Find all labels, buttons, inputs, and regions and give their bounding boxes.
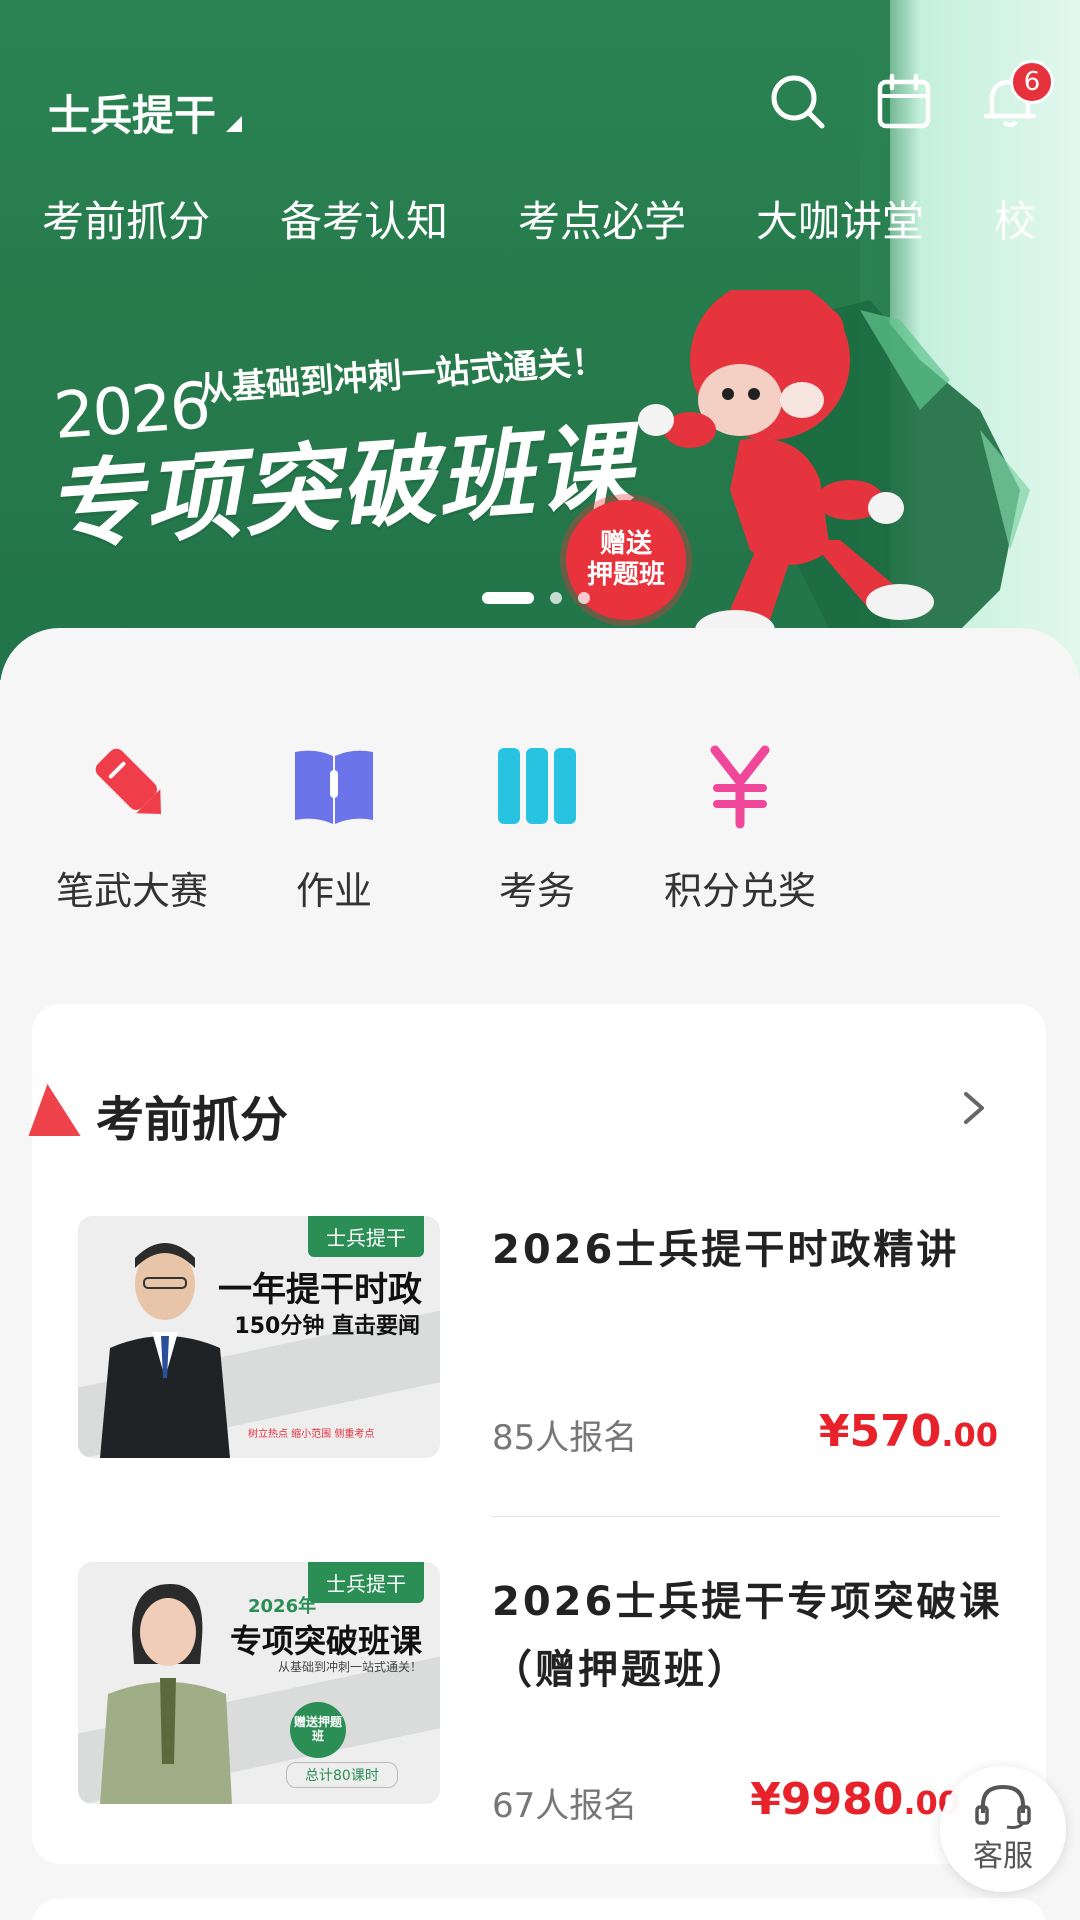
thumb-subline: 从基础到冲刺一站式通关！: [277, 1660, 422, 1674]
next-section-card: [32, 1898, 1046, 1920]
notification-badge: 6: [1010, 60, 1054, 104]
chevron-right-icon[interactable]: [956, 1088, 992, 1128]
dropdown-triangle-icon: [226, 115, 243, 132]
thumb-tag: 士兵提干: [308, 1562, 424, 1603]
category-label: 士兵提干: [48, 91, 217, 140]
price-cents: .00: [941, 1416, 998, 1454]
thumb-subline: 150分钟 直击要闻: [234, 1314, 420, 1339]
course-thumbnail[interactable]: 士兵提干 一年提干时政 150分钟 直击要闻 树立热点 缩小范围 侧重考点: [78, 1216, 440, 1458]
tab-cram[interactable]: 考前抓分: [42, 188, 210, 249]
thumb-seal: 赠送押题班: [290, 1702, 346, 1758]
carousel-dot[interactable]: [578, 592, 590, 604]
course-price: ¥9980.00: [750, 1774, 960, 1825]
notification-button[interactable]: 6: [980, 60, 1054, 132]
app-root: 士兵提干 6 考前抓分 备考认知 考点必学 大咖讲堂 校 2026 从基础到冲刺…: [0, 0, 1080, 1920]
price-main: ¥9980: [750, 1774, 904, 1825]
course-title[interactable]: 2026士兵提干时政精讲: [492, 1216, 1012, 1284]
carousel-dot-active[interactable]: [482, 592, 534, 604]
tab-prep-awareness[interactable]: 备考认知: [280, 188, 448, 249]
enrollment-count: 67人报名: [492, 1786, 638, 1826]
teacher-photo: [100, 1243, 230, 1458]
exam-category-selector[interactable]: 士兵提干: [48, 82, 243, 143]
quick-action-label: 作业: [295, 869, 372, 913]
thumb-year: 2026年: [248, 1596, 317, 1617]
thumb-tag: 士兵提干: [308, 1216, 424, 1257]
thumb-features: 树立热点 缩小范围 侧重考点: [248, 1429, 375, 1440]
columns-icon: [498, 748, 576, 824]
category-tabs: 考前抓分 备考认知 考点必学 大咖讲堂 校: [0, 188, 1080, 249]
yen-icon: [710, 745, 770, 829]
teacher-photo: [100, 1584, 232, 1804]
mascot-illustration: [638, 290, 1030, 670]
thumb-headline: 一年提干时政: [218, 1270, 422, 1310]
customer-service-button[interactable]: 客服: [940, 1766, 1066, 1892]
quick-action-homework[interactable]: 作业: [234, 740, 434, 915]
course-thumbnail[interactable]: 士兵提干 2026年 专项突破班课 从基础到冲刺一站式通关！ 赠送押题班 总计8…: [78, 1562, 440, 1804]
tab-master-lectures[interactable]: 大咖讲堂: [756, 188, 924, 249]
pencil-icon: [95, 748, 161, 814]
section-title: 考前抓分: [96, 1092, 289, 1148]
price-main: ¥570: [818, 1406, 942, 1457]
enrollment-count: 85人报名: [492, 1418, 638, 1458]
calendar-button[interactable]: [874, 72, 934, 132]
customer-service-label: 客服: [973, 1839, 1033, 1874]
quick-action-exam-affairs[interactable]: 考务: [437, 740, 637, 915]
top-actions: 6: [768, 60, 1054, 132]
course-divider: [492, 1516, 1000, 1517]
calendar-icon: [877, 73, 931, 129]
quick-action-label: 笔武大赛: [55, 869, 208, 913]
course-price: ¥570.00: [819, 1406, 998, 1457]
course-title[interactable]: 2026士兵提干专项突破课（赠押题班）: [492, 1568, 1012, 1704]
carousel-indicator: [482, 592, 590, 604]
quick-action-competition[interactable]: 笔武大赛: [32, 740, 232, 915]
quick-action-points-redeem[interactable]: 积分兑奖: [640, 740, 840, 915]
quick-action-label: 考务: [498, 869, 575, 913]
book-icon: [295, 750, 373, 824]
hero-banner[interactable]: 士兵提干 6 考前抓分 备考认知 考点必学 大咖讲堂 校 2026 从基础到冲刺…: [0, 0, 1080, 680]
search-button[interactable]: [768, 72, 828, 132]
quick-action-label: 积分兑奖: [663, 869, 816, 913]
thumb-headline: 专项突破班课: [229, 1622, 422, 1660]
search-icon: [771, 75, 825, 129]
thumb-hours: 总计80课时: [286, 1762, 398, 1788]
stamp-line1: 赠送: [599, 528, 652, 559]
stamp-line2: 押题班: [586, 560, 665, 590]
tab-key-points[interactable]: 考点必学: [518, 188, 686, 249]
headset-icon: [975, 1784, 1031, 1829]
tab-more[interactable]: 校: [994, 188, 1036, 249]
carousel-dot[interactable]: [550, 592, 562, 604]
